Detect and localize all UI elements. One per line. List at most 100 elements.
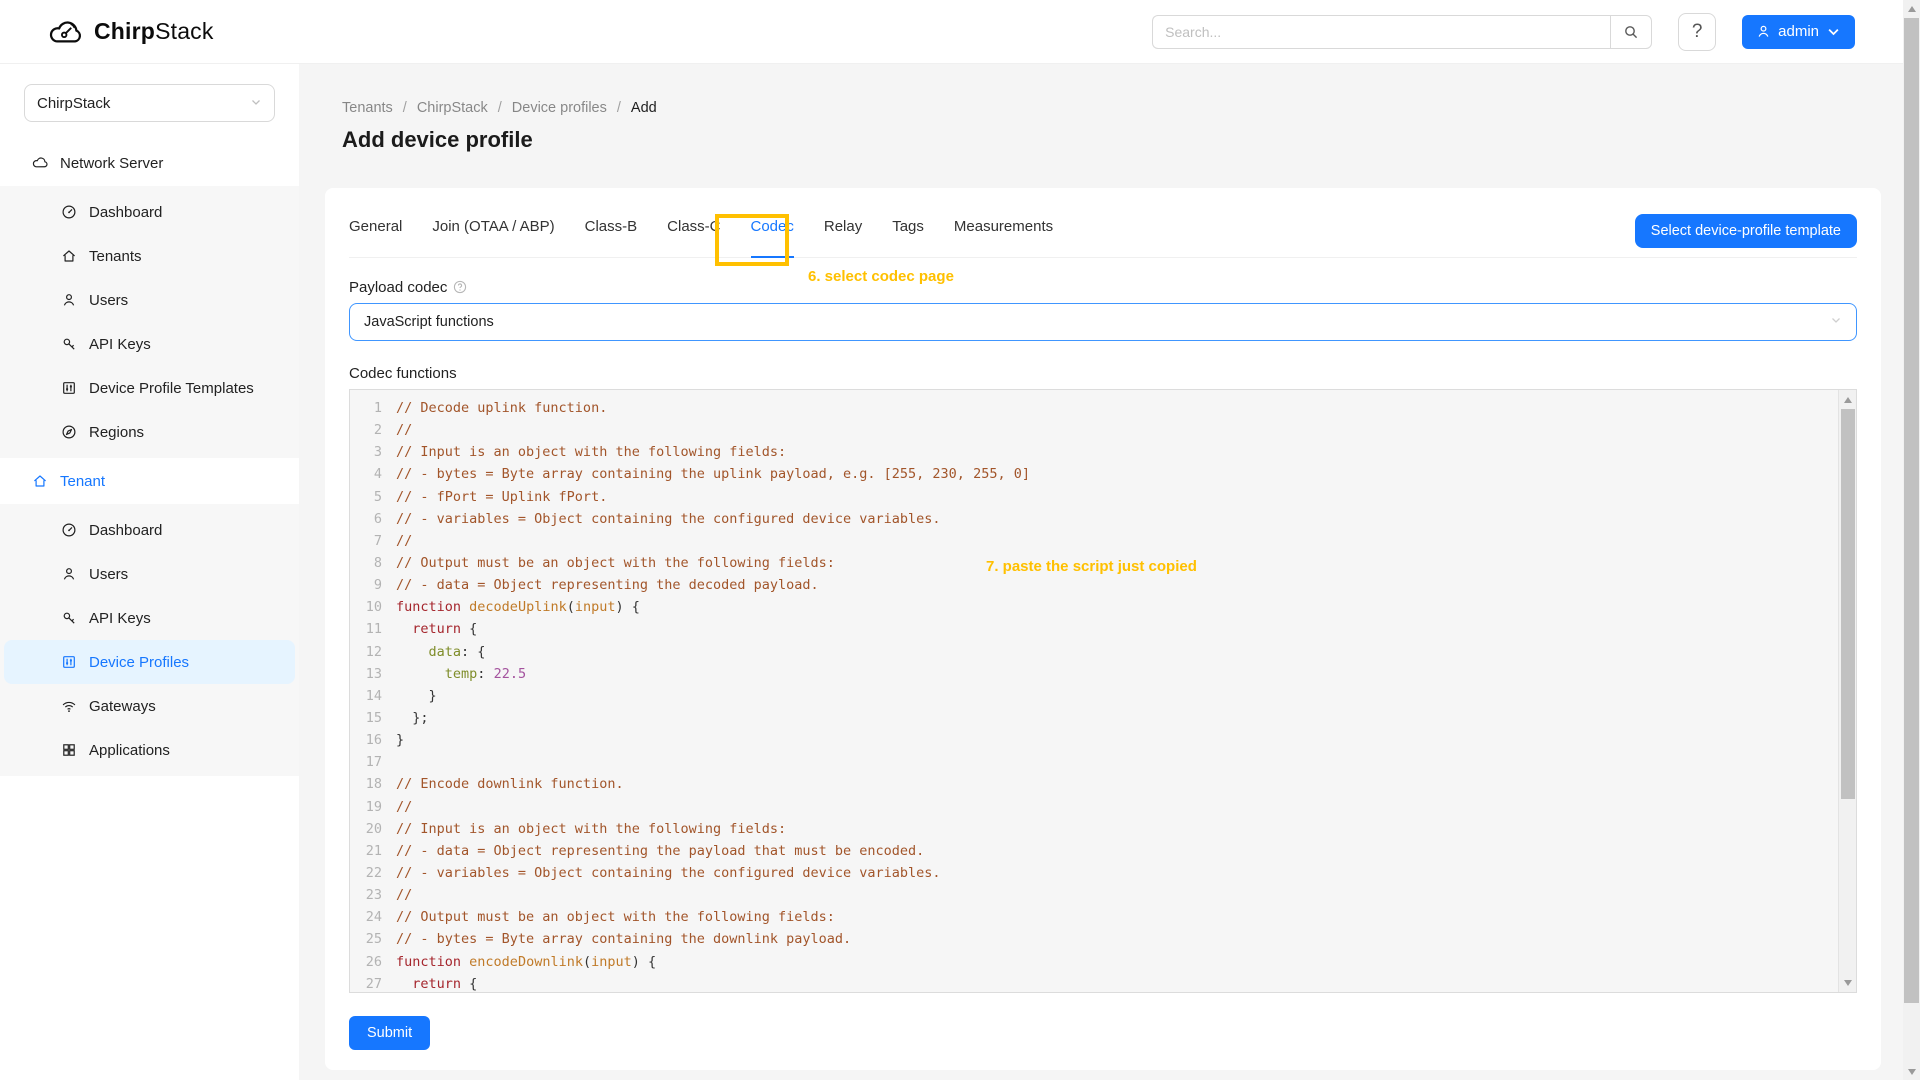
tabs: General Join (OTAA / ABP) Class-B Class-C Co… bbox=[349, 212, 1053, 258]
sidebar-item-label: Device Profile Templates bbox=[89, 380, 254, 397]
codec-functions-label: Codec functions bbox=[349, 365, 1857, 382]
sidebar-item-label: Dashboard bbox=[89, 522, 162, 539]
code-line: 22// - variables = Object containing the… bbox=[350, 862, 1856, 884]
tab-codec[interactable]: Codec bbox=[751, 212, 794, 258]
sidebar-item-dashboard[interactable]: Dashboard bbox=[4, 508, 295, 552]
breadcrumb-tenants[interactable]: Tenants bbox=[342, 100, 393, 116]
line-code: // Output must be an object with the fol… bbox=[396, 906, 835, 928]
line-code: return { bbox=[396, 618, 477, 640]
line-number: 1 bbox=[350, 397, 396, 419]
annotation-step7: 7. paste the script just copied bbox=[986, 558, 1197, 575]
code-lines: 1// Decode uplink function.2//3// Input … bbox=[350, 397, 1856, 993]
line-number: 14 bbox=[350, 685, 396, 707]
code-line: 10function decodeUplink(input) { bbox=[350, 596, 1856, 618]
line-number: 5 bbox=[350, 486, 396, 508]
wifi-icon bbox=[61, 698, 77, 714]
tab-general[interactable]: General bbox=[349, 212, 402, 258]
sidebar-item-users[interactable]: Users bbox=[4, 278, 295, 322]
sidebar-group-label: Network Server bbox=[60, 155, 163, 172]
sidebar-item-label: Applications bbox=[89, 742, 170, 759]
line-number: 2 bbox=[350, 419, 396, 441]
scroll-down-arrow-icon[interactable] bbox=[1903, 1063, 1920, 1080]
search-button[interactable] bbox=[1610, 15, 1652, 49]
sidebar-item-tenants[interactable]: Tenants bbox=[4, 234, 295, 278]
line-number: 12 bbox=[350, 641, 396, 663]
tab-relay[interactable]: Relay bbox=[824, 212, 862, 258]
sliders-icon bbox=[61, 654, 77, 670]
sidebar-group-network-server[interactable]: Network Server bbox=[0, 140, 299, 186]
payload-codec-value: JavaScript functions bbox=[364, 314, 494, 330]
code-line: 12 data: { bbox=[350, 641, 1856, 663]
submit-button[interactable]: Submit bbox=[349, 1016, 430, 1050]
search-icon bbox=[1623, 24, 1639, 40]
codec-editor[interactable]: 1// Decode uplink function.2//3// Input … bbox=[349, 389, 1857, 993]
sidebar-item-api-keys[interactable]: API Keys bbox=[4, 322, 295, 366]
line-code: // bbox=[396, 419, 412, 441]
scroll-up-arrow-icon[interactable] bbox=[1903, 0, 1920, 17]
line-code: // Input is an object with the following… bbox=[396, 441, 786, 463]
page-scrollbar[interactable] bbox=[1903, 0, 1920, 1080]
sidebar-item-label: Dashboard bbox=[89, 204, 162, 221]
line-code: return { bbox=[396, 973, 477, 993]
line-number: 16 bbox=[350, 729, 396, 751]
line-code: } bbox=[396, 729, 404, 751]
line-code: } bbox=[396, 685, 437, 707]
editor-scrollbar-thumb[interactable] bbox=[1841, 409, 1855, 799]
sidebar-item-applications[interactable]: Applications bbox=[4, 728, 295, 772]
tab-class-c[interactable]: Class-C bbox=[667, 212, 720, 258]
tab-class-b[interactable]: Class-B bbox=[585, 212, 638, 258]
line-number: 17 bbox=[350, 751, 396, 773]
line-number: 7 bbox=[350, 530, 396, 552]
code-line: 19// bbox=[350, 796, 1856, 818]
page-scrollbar-thumb[interactable] bbox=[1904, 18, 1919, 1003]
sidebar-item-users[interactable]: Users bbox=[4, 552, 295, 596]
tenant-selector-value: ChirpStack bbox=[37, 95, 110, 112]
line-code: // Encode downlink function. bbox=[396, 773, 624, 795]
sidebar-item-device-profiles[interactable]: Device Profiles bbox=[4, 640, 295, 684]
admin-menu-button[interactable]: admin bbox=[1742, 15, 1855, 49]
editor-scroll-up-icon[interactable] bbox=[1839, 391, 1856, 408]
sidebar-item-gateways[interactable]: Gateways bbox=[4, 684, 295, 728]
code-line: 25// - bytes = Byte array containing the… bbox=[350, 928, 1856, 950]
breadcrumb-separator: / bbox=[617, 100, 621, 116]
sidebar-item-label: API Keys bbox=[89, 336, 151, 353]
breadcrumb-separator: / bbox=[403, 100, 407, 116]
sidebar-item-api-keys[interactable]: API Keys bbox=[4, 596, 295, 640]
cloud-icon bbox=[32, 155, 48, 171]
select-template-button[interactable]: Select device-profile template bbox=[1635, 214, 1857, 248]
dashboard-icon bbox=[61, 522, 77, 538]
line-code: // bbox=[396, 530, 412, 552]
tab-join-otaa-abp[interactable]: Join (OTAA / ABP) bbox=[432, 212, 554, 258]
sidebar-item-regions[interactable]: Regions bbox=[4, 410, 295, 454]
global-search bbox=[1152, 15, 1652, 49]
breadcrumb-device-profiles[interactable]: Device profiles bbox=[512, 100, 607, 116]
help-circle-icon[interactable] bbox=[453, 280, 467, 294]
line-number: 25 bbox=[350, 928, 396, 950]
line-code: // - data = Object representing the payl… bbox=[396, 840, 924, 862]
editor-scrollbar[interactable] bbox=[1838, 390, 1856, 992]
line-code: // - bytes = Byte array containing the u… bbox=[396, 463, 1030, 485]
code-line: 18// Encode downlink function. bbox=[350, 773, 1856, 795]
breadcrumb-add: Add bbox=[631, 100, 657, 116]
home-icon bbox=[61, 248, 77, 264]
tab-measurements[interactable]: Measurements bbox=[954, 212, 1053, 258]
payload-codec-select[interactable]: JavaScript functions bbox=[349, 303, 1857, 341]
dashboard-icon bbox=[61, 204, 77, 220]
line-code: function decodeUplink(input) { bbox=[396, 596, 640, 618]
line-number: 11 bbox=[350, 618, 396, 640]
help-button[interactable]: ? bbox=[1678, 13, 1716, 51]
sidebar-group-tenant[interactable]: Tenant bbox=[0, 458, 299, 504]
tenant-selector[interactable]: ChirpStack bbox=[24, 84, 275, 122]
chirpstack-logo: ChirpStack bbox=[48, 17, 214, 47]
chevron-down-icon bbox=[250, 95, 262, 112]
line-number: 13 bbox=[350, 663, 396, 685]
sidebar-item-device-profile-templates[interactable]: Device Profile Templates bbox=[4, 366, 295, 410]
code-line: 9// - data = Object representing the dec… bbox=[350, 574, 1856, 596]
editor-scroll-down-icon[interactable] bbox=[1839, 974, 1856, 991]
code-line: 11 return { bbox=[350, 618, 1856, 640]
line-code: // bbox=[396, 884, 412, 906]
search-input[interactable] bbox=[1152, 15, 1610, 49]
breadcrumb-chirpstack[interactable]: ChirpStack bbox=[417, 100, 488, 116]
sidebar-item-dashboard[interactable]: Dashboard bbox=[4, 190, 295, 234]
tab-tags[interactable]: Tags bbox=[892, 212, 924, 258]
